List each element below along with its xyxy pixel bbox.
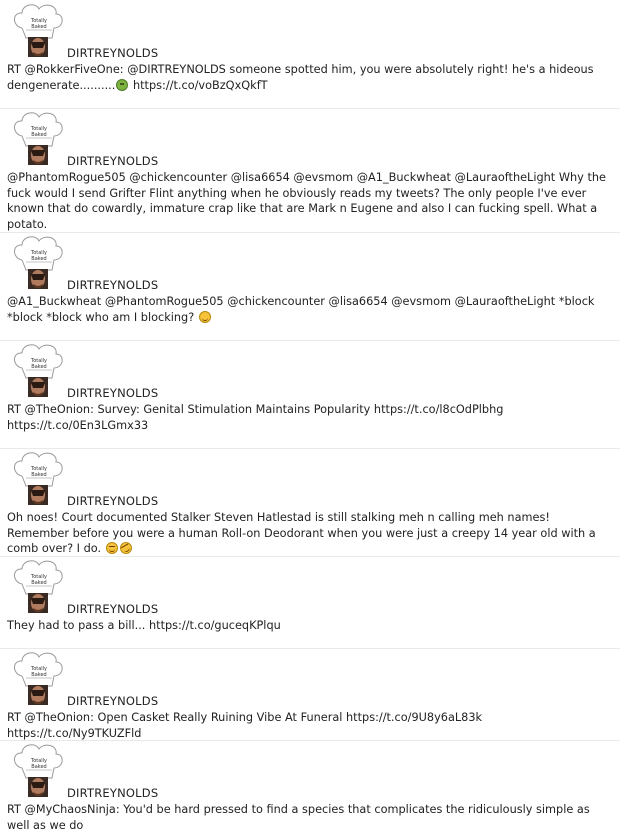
tweet-item: Totally Baked DIRTREYNOLDS RT @MyChaosNi… (0, 740, 620, 840)
tweet-text: @PhantomRogue505 @chickencounter @lisa66… (7, 171, 606, 231)
tweet-link[interactable]: https://t.co/voBzQxQkfT (129, 79, 268, 92)
tweet-text: RT @TheOnion: Open Casket Really Ruining… (7, 711, 483, 740)
nauseated-face-emoji (116, 78, 129, 91)
tweet-item: Totally Baked DIRTREYNOLDS RT @RokkerFiv… (0, 0, 620, 108)
svg-text:Baked: Baked (31, 672, 46, 678)
svg-text:Baked: Baked (31, 256, 46, 262)
tweet-divider (0, 232, 620, 233)
tweet-item: Totally Baked DIRTREYNOLDS They had to p… (0, 556, 620, 648)
svg-text:Baked: Baked (31, 764, 46, 770)
tweet-username[interactable]: DIRTREYNOLDS (67, 494, 158, 508)
svg-text:Baked: Baked (31, 580, 46, 586)
tweet-divider (0, 108, 620, 109)
tweet-username[interactable]: DIRTREYNOLDS (67, 386, 158, 400)
tweet-item: Totally Baked DIRTREYNOLDS @A1_Buckwheat… (0, 232, 620, 340)
tweet-username[interactable]: DIRTREYNOLDS (67, 154, 158, 168)
tweet-item: Totally Baked DIRTREYNOLDS RT @TheOnion:… (0, 648, 620, 740)
tweet-divider (0, 648, 620, 649)
tweet-item: Totally Baked DIRTREYNOLDS @PhantomRogue… (0, 108, 620, 232)
unamused-face-emoji (105, 542, 118, 554)
tweet-username[interactable]: DIRTREYNOLDS (67, 602, 158, 616)
svg-text:Baked: Baked (31, 132, 46, 138)
svg-text:Baked: Baked (31, 364, 46, 370)
tweet-text: RT @RokkerFiveOne: @DIRTREYNOLDS someone… (7, 62, 607, 93)
chef-hat-avatar-icon[interactable]: Totally Baked (8, 234, 64, 290)
tweet-username[interactable]: DIRTREYNOLDS (67, 46, 158, 60)
chef-hat-avatar-icon[interactable]: Totally Baked (8, 342, 64, 398)
tweet-divider (0, 340, 620, 341)
svg-text:Baked: Baked (31, 24, 46, 30)
tweet-divider (0, 556, 620, 557)
tweet-username[interactable]: DIRTREYNOLDS (67, 694, 158, 708)
tweet-text: RT @MyChaosNinja: You'd be hard pressed … (7, 803, 590, 832)
tweet-item: Totally Baked DIRTREYNOLDS Oh noes! Cour… (0, 448, 620, 557)
svg-text:Baked: Baked (31, 472, 46, 478)
tweet-body: Oh noes! Court documented Stalker Steven… (7, 511, 596, 555)
tweet-item: Totally Baked DIRTREYNOLDS RT @TheOnion:… (0, 340, 620, 448)
chef-hat-avatar-icon[interactable]: Totally Baked (8, 742, 64, 798)
tweet-divider (0, 448, 620, 449)
tweet-text: @A1_Buckwheat @PhantomRogue505 @chickenc… (7, 294, 607, 325)
tweet-text: RT @TheOnion: Survey: Genital Stimulatio… (7, 403, 504, 432)
chef-hat-avatar-icon[interactable]: Totally Baked (8, 558, 64, 614)
tweet-username[interactable]: DIRTREYNOLDS (67, 278, 158, 292)
tweet-body: RT @RokkerFiveOne: @DIRTREYNOLDS someone… (7, 63, 594, 92)
chef-hat-avatar-icon[interactable]: Totally Baked (8, 650, 64, 706)
rolling-on-floor-laughing-emoji (117, 539, 134, 557)
tweet-username[interactable]: DIRTREYNOLDS (67, 786, 158, 800)
tweet-body: @A1_Buckwheat @PhantomRogue505 @chickenc… (7, 295, 595, 324)
tweet-text: They had to pass a bill... https://t.co/… (7, 619, 281, 632)
chef-hat-avatar-icon[interactable]: Totally Baked (8, 450, 64, 506)
tweet-text: Oh noes! Court documented Stalker Steven… (7, 510, 607, 557)
chef-hat-avatar-icon[interactable]: Totally Baked (8, 110, 64, 166)
chef-hat-avatar-icon[interactable]: Totally Baked (8, 2, 64, 58)
tweet-divider (0, 740, 620, 741)
smirking-face-emoji (198, 310, 211, 323)
